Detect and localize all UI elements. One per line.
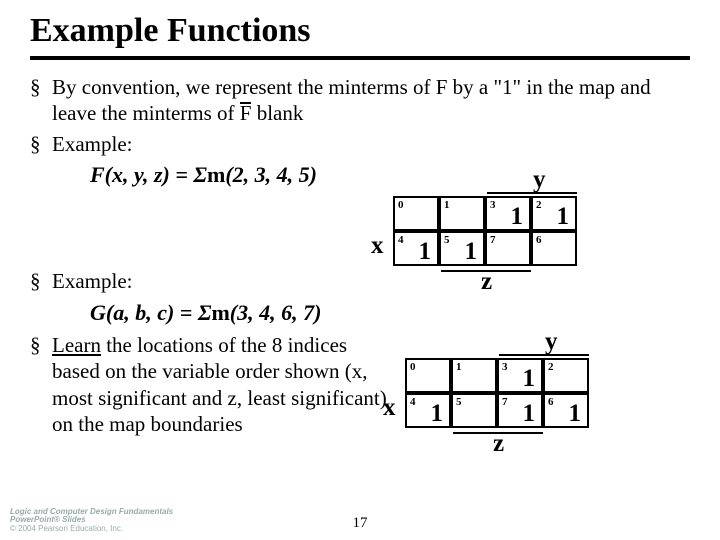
- title-rule: [30, 56, 690, 60]
- slide-title: Example Functions: [30, 12, 690, 50]
- bullet-1-text-b: blank: [251, 101, 303, 125]
- footer: Logic and Computer Design Fundamentals P…: [10, 508, 173, 534]
- bullet-mark: §: [30, 74, 52, 127]
- cell-idx: 2: [548, 361, 554, 373]
- formula-g-args: (3, 4, 6, 7): [230, 300, 322, 325]
- formula-g-m: m: [211, 300, 229, 325]
- cell-idx: 3: [502, 361, 508, 373]
- kmap-g: y x 0 1 31 2 41 5 71 61 z: [405, 358, 589, 428]
- cell-idx: 1: [456, 361, 462, 373]
- kmap-g-cell-2: 2: [543, 358, 589, 393]
- bullet-1: § By convention, we represent the minter…: [30, 74, 690, 127]
- kmap-f-cell-4: 41: [393, 231, 439, 266]
- cell-idx: 1: [444, 199, 450, 211]
- cell-val: 1: [557, 203, 570, 231]
- cell-val: 1: [431, 400, 444, 428]
- f-bar: F: [240, 102, 252, 123]
- kmap-f-cell-5: 51: [439, 231, 485, 266]
- page-number: 17: [353, 515, 368, 532]
- cell-val: 1: [523, 400, 536, 428]
- cell-idx: 4: [410, 396, 416, 408]
- cell-idx: 5: [456, 396, 462, 408]
- kmap-g-cell-0: 0: [405, 358, 451, 393]
- kmap-g-cell-3: 31: [497, 358, 543, 393]
- cell-idx: 6: [536, 234, 542, 246]
- cell-idx: 4: [398, 234, 404, 246]
- bullet-mark: §: [30, 268, 52, 294]
- kmap-f-z-label: z: [481, 268, 492, 296]
- cell-val: 1: [511, 203, 524, 231]
- cell-idx: 7: [502, 396, 508, 408]
- kmap-f-cell-0: 0: [393, 196, 439, 231]
- kmap-g-cell-6: 61: [543, 393, 589, 428]
- bullet-4-rest: the locations of the 8 indices based on …: [52, 333, 387, 436]
- bullet-1-text: By convention, we represent the minterms…: [52, 74, 690, 127]
- kmap-f-grid: 0 1 31 21 41 51 7 6: [393, 196, 577, 266]
- kmap-g-grid: 0 1 31 2 41 5 71 61: [405, 358, 589, 428]
- cell-idx: 0: [410, 361, 416, 373]
- bullet-2-text: Example:: [52, 131, 690, 157]
- kmap-f-cell-3: 31: [485, 196, 531, 231]
- kmap-g-cell-5: 5: [451, 393, 497, 428]
- cell-val: 1: [419, 238, 432, 266]
- bullet-mark: §: [30, 131, 52, 157]
- footer-line-3: © 2004 Pearson Education, Inc.: [10, 525, 173, 534]
- kmap-g-z-label: z: [493, 430, 504, 458]
- cell-idx: 0: [398, 199, 404, 211]
- kmap-g-cell-4: 41: [405, 393, 451, 428]
- formula-g: G(a, b, c) = Σm(3, 4, 6, 7): [90, 299, 690, 327]
- formula-f-lhs: F(x, y, z) =: [90, 162, 193, 187]
- cell-idx: 5: [444, 234, 450, 246]
- cell-val: 1: [569, 400, 582, 428]
- kmap-g-y-label: y: [545, 328, 558, 356]
- kmap-g-cell-1: 1: [451, 358, 497, 393]
- kmap-f-cell-7: 7: [485, 231, 531, 266]
- cell-val: 1: [465, 238, 478, 266]
- formula-f: F(x, y, z) = Σm(2, 3, 4, 5): [90, 161, 690, 189]
- cell-val: 1: [523, 365, 536, 393]
- bullet-mark: §: [30, 332, 52, 437]
- cell-idx: 6: [548, 396, 554, 408]
- kmap-g-cell-7: 71: [497, 393, 543, 428]
- bullet-4-learn: Learn: [52, 333, 101, 357]
- kmap-f: y x 0 1 31 21 41 51 7 6 z: [393, 196, 577, 266]
- formula-f-m: m: [207, 162, 225, 187]
- formula-f-args: (2, 3, 4, 5): [225, 162, 317, 187]
- formula-g-lhs: G(a, b, c) =: [90, 300, 198, 325]
- bullet-3: § Example:: [30, 268, 690, 294]
- kmap-f-cell-2: 21: [531, 196, 577, 231]
- sigma-symbol: Σ: [193, 162, 207, 187]
- bullet-2: § Example:: [30, 131, 690, 157]
- kmap-f-x-label: x: [371, 232, 384, 260]
- bullet-list: § By convention, we represent the minter…: [30, 74, 690, 437]
- cell-idx: 2: [536, 199, 542, 211]
- bullet-1-text-a: By convention, we represent the minterms…: [52, 75, 651, 125]
- bullet-4-text: Learn the locations of the 8 indices bas…: [52, 332, 400, 437]
- cell-idx: 3: [490, 199, 496, 211]
- sigma-symbol: Σ: [198, 300, 212, 325]
- cell-idx: 7: [490, 234, 496, 246]
- kmap-f-cell-1: 1: [439, 196, 485, 231]
- kmap-f-cell-6: 6: [531, 231, 577, 266]
- kmap-f-y-label: y: [533, 166, 546, 194]
- bullet-4: § Learn the locations of the 8 indices b…: [30, 332, 400, 437]
- bullet-3-text: Example:: [52, 268, 690, 294]
- kmap-g-x-label: x: [383, 394, 396, 422]
